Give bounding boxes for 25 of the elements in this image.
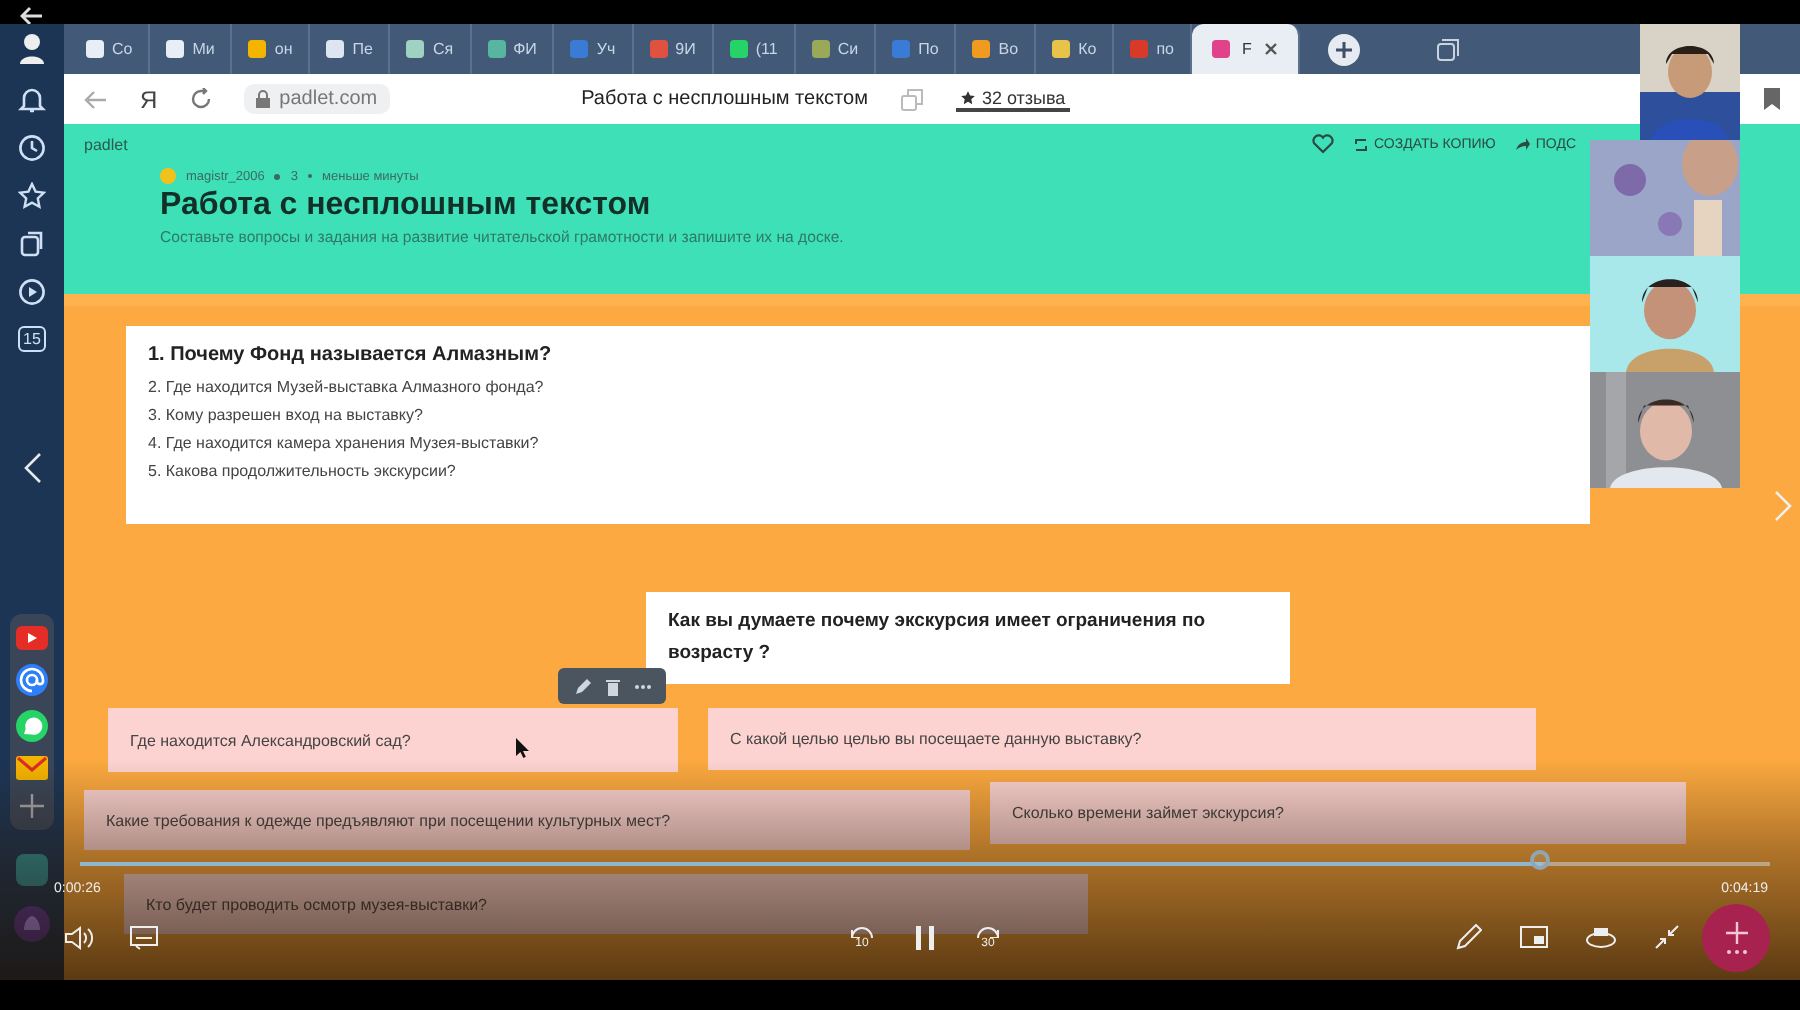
- post-card[interactable]: Сколько времени займет экскурсия?: [990, 782, 1686, 844]
- card-text: Какие требования к одежде предъявляют при посещении культурных мест?: [106, 811, 671, 829]
- post-card[interactable]: Где находится Александровский сад?: [108, 708, 678, 772]
- post-card[interactable]: С какой целью целью вы посещаете данную выставку?: [708, 708, 1536, 770]
- reviews-link[interactable]: 32 отзыва: [955, 87, 1070, 111]
- page-title: Работа с несплошным текстом: [581, 88, 868, 110]
- card-text: Сколько времени займет экскурсия?: [1012, 804, 1284, 822]
- card-text: Кто будет проводить осмотр музея-выставки?: [146, 895, 488, 913]
- list-item: 5. Какова продолжительность экскурсии?: [148, 462, 458, 480]
- list-item: 2. Где находится Музей-выставка Алмазного фонда?: [148, 378, 546, 396]
- url-field[interactable]: padlet.com: [243, 84, 390, 114]
- calendar-icon[interactable]: 15: [17, 326, 47, 352]
- list-item: 3. Кому разрешен вход на выставку?: [148, 406, 425, 424]
- card-text: С какой целью целью вы посещаете данную выставку?: [730, 730, 1142, 748]
- brand-logo[interactable]: padlet: [84, 135, 128, 153]
- post-card[interactable]: Как вы думаете почему экскурсия имеет ограничения по возрасту ?: [646, 592, 1290, 684]
- list-item: 4. Где находится камера хранения Музея-выставки?: [148, 434, 541, 452]
- home-logo[interactable]: Я: [140, 85, 158, 113]
- post-card[interactable]: Какие требования к одежде предъявляют при посещении культурных мест?: [84, 790, 970, 850]
- card-text: Где находится Александровский сад?: [130, 731, 411, 749]
- card-title: 1. Почему Фонд называется Алмазным?: [148, 344, 554, 366]
- browser-tab[interactable]: F: [1191, 24, 1300, 74]
- card-text: Как вы думаете почему экскурсия имеет ограничения по возрасту ?: [668, 608, 1208, 668]
- post-card[interactable]: Кто будет проводить осмотр музея-выставки?: [124, 874, 1088, 934]
- board-title: Работа с несплошным текстом: [160, 188, 653, 224]
